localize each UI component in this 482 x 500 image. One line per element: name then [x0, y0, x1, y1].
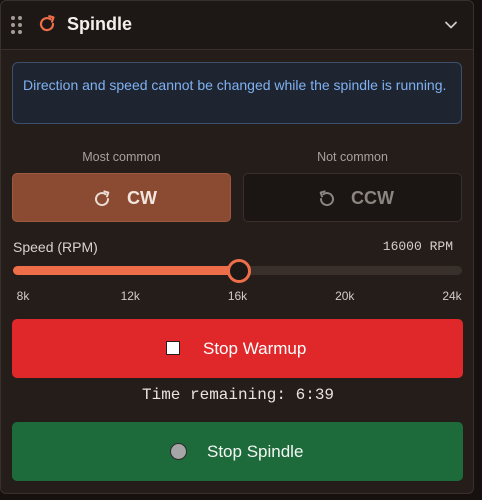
- ccw-label: CCW: [351, 188, 394, 208]
- speed-tick-label: 8k: [16, 289, 30, 303]
- speed-tick-label: 20k: [335, 289, 355, 303]
- stop-warmup-label: Stop Warmup: [203, 339, 307, 358]
- rotate-icon: [39, 15, 55, 32]
- speed-slider[interactable]: [13, 259, 462, 283]
- stop-square-icon: [166, 341, 180, 355]
- speed-tick-label: 16k: [227, 289, 248, 303]
- rotate-counterclockwise-icon: [319, 190, 334, 207]
- stop-spindle-label: Stop Spindle: [207, 442, 304, 461]
- cw-button[interactable]: CW: [12, 173, 231, 222]
- stop-warmup-button[interactable]: Stop Warmup: [12, 319, 463, 378]
- drag-handle-icon[interactable]: [11, 16, 23, 34]
- panel-header[interactable]: Spindle: [1, 1, 473, 50]
- stop-spindle-button[interactable]: Stop Spindle: [12, 422, 463, 481]
- chevron-down-icon[interactable]: [443, 17, 459, 33]
- cw-label: CW: [127, 188, 157, 208]
- ccw-caption: Not common: [317, 150, 388, 164]
- cw-caption: Most common: [82, 150, 161, 164]
- speed-slider-fill: [13, 266, 238, 275]
- speed-value: 16000 RPM: [382, 239, 453, 254]
- status-dot-icon: [170, 443, 187, 460]
- panel-title: Spindle: [67, 14, 133, 34]
- time-remaining: Time remaining: 6:39: [141, 386, 335, 404]
- speed-label: Speed (RPM): [13, 239, 98, 255]
- speed-slider-thumb[interactable]: [226, 259, 251, 283]
- ccw-button[interactable]: CCW: [243, 173, 462, 222]
- speed-tick-label: 24k: [442, 289, 462, 303]
- rotate-clockwise-icon: [95, 190, 110, 207]
- running-notice: Direction and speed cannot be changed wh…: [12, 62, 462, 124]
- speed-tick-label: 12k: [120, 289, 140, 303]
- spindle-panel: Spindle Direction and speed cannot be ch…: [0, 0, 474, 494]
